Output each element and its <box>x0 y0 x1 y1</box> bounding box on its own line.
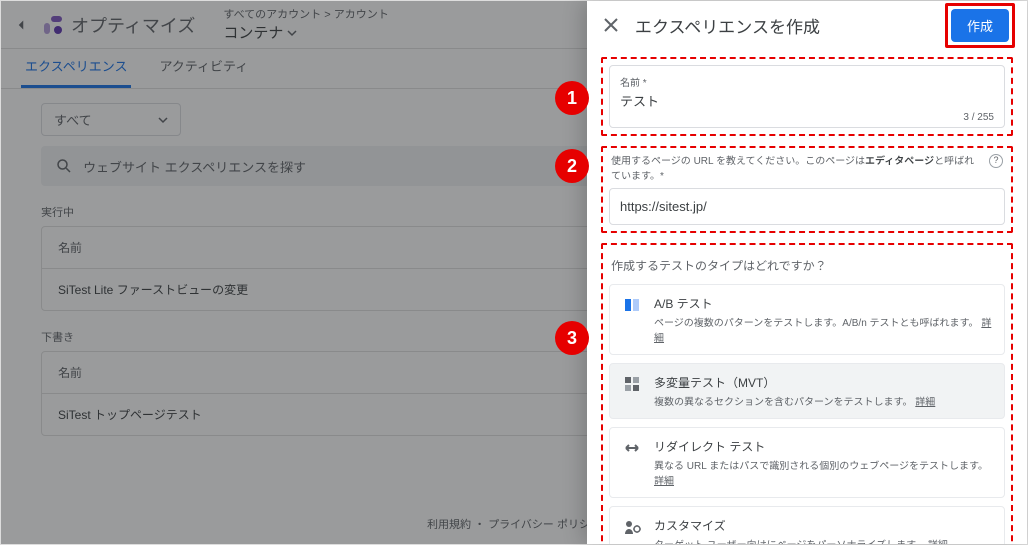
close-button[interactable] <box>599 13 623 37</box>
panel-header: エクスペリエンスを作成 作成 <box>587 1 1027 49</box>
type-card-ab[interactable]: A/B テスト ページの複数のパターンをテストします。A/B/n テストとも呼ば… <box>609 284 1005 355</box>
url-help-pre: 使用するページの URL を教えてください。このページは <box>611 156 865 167</box>
ab-desc: ページの複数のパターンをテストします。A/B/n テストとも呼ばれます。 <box>654 318 979 329</box>
panel-body: 名前 * テスト 3 / 255 使用するページの URL を教えてください。こ… <box>587 49 1027 544</box>
create-button[interactable]: 作成 <box>951 9 1009 42</box>
mvt-icon <box>622 374 642 394</box>
url-field[interactable]: https://sitest.jp/ <box>609 188 1005 225</box>
redirect-title: リダイレクト テスト <box>654 438 992 455</box>
close-icon <box>603 17 619 33</box>
annotation-circle-2: 2 <box>555 149 589 183</box>
redirect-desc: 異なる URL またはパスで識別される個別のウェブページをテストします。 <box>654 461 988 472</box>
type-card-customize[interactable]: カスタマイズ ターゲット ユーザー向けにページをパーソナライズします。 詳細 <box>609 506 1005 544</box>
redirect-detail-link[interactable]: 詳細 <box>654 476 674 487</box>
url-help-bold: エディタページ <box>865 156 934 167</box>
ab-title: A/B テスト <box>654 295 992 312</box>
mvt-title: 多変量テスト（MVT） <box>654 374 992 391</box>
mvt-detail-link[interactable]: 詳細 <box>915 397 935 408</box>
customize-detail-link[interactable]: 詳細 <box>928 540 948 544</box>
create-experience-panel: エクスペリエンスを作成 作成 名前 * テスト 3 / 255 使用するページの… <box>587 1 1027 544</box>
customize-title: カスタマイズ <box>654 517 992 534</box>
help-icon[interactable]: ? <box>989 154 1003 168</box>
annotation-circle-3: 3 <box>555 321 589 355</box>
annotation-circle-1: 1 <box>555 81 589 115</box>
create-button-highlight: 作成 <box>945 3 1015 48</box>
highlight-box-3: 作成するテストのタイプはどれですか？ A/B テスト ページの複数のパターンをテ… <box>601 243 1013 544</box>
redirect-icon <box>622 438 642 458</box>
type-card-mvt[interactable]: 多変量テスト（MVT） 複数の異なるセクションを含むパターンをテストします。 詳… <box>609 363 1005 419</box>
mvt-desc: 複数の異なるセクションを含むパターンをテストします。 <box>654 397 913 408</box>
panel-title: エクスペリエンスを作成 <box>635 13 933 38</box>
url-help-text: 使用するページの URL を教えてください。このページはエディタページと呼ばれて… <box>609 154 1005 188</box>
customize-icon <box>622 517 642 537</box>
ab-test-icon <box>622 295 642 315</box>
name-label: 名前 * <box>620 74 994 89</box>
highlight-box-1: 名前 * テスト 3 / 255 <box>601 57 1013 136</box>
name-field[interactable]: 名前 * テスト 3 / 255 <box>609 65 1005 128</box>
url-value: https://sitest.jp/ <box>620 197 994 216</box>
customize-desc: ターゲット ユーザー向けにページをパーソナライズします。 <box>654 540 925 544</box>
highlight-box-2: 使用するページの URL を教えてください。このページはエディタページと呼ばれて… <box>601 146 1013 233</box>
type-question: 作成するテストのタイプはどれですか？ <box>611 257 1003 274</box>
type-card-redirect[interactable]: リダイレクト テスト 異なる URL またはパスで識別される個別のウェブページを… <box>609 427 1005 498</box>
name-value: テスト <box>620 89 994 112</box>
name-char-count: 3 / 255 <box>620 112 994 123</box>
